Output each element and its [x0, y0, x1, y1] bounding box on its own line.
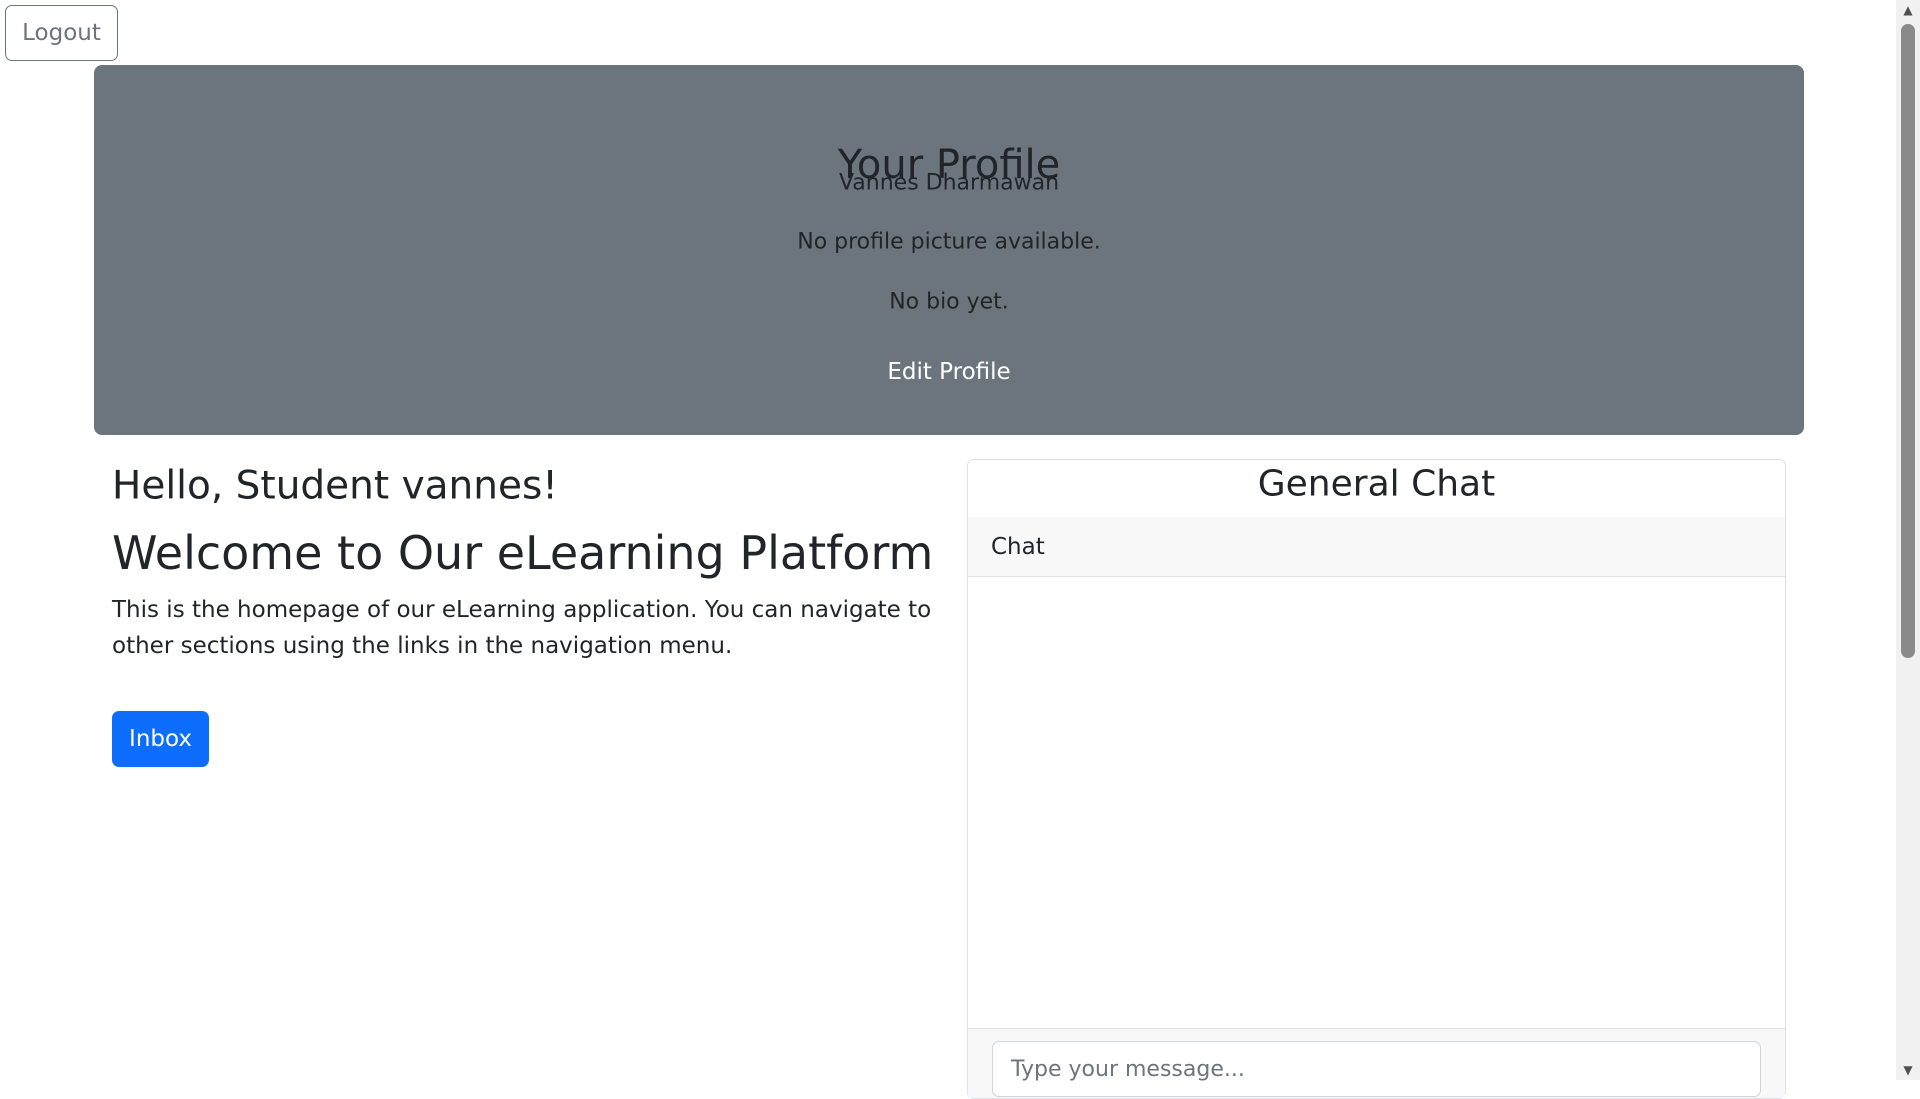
chat-header-label: Chat — [991, 533, 1045, 560]
chat-footer — [968, 1028, 1785, 1098]
page-scrollbar[interactable]: ▲ ▼ — [1896, 0, 1920, 1080]
general-chat-panel: General Chat Chat — [967, 459, 1786, 1099]
inbox-button[interactable]: Inbox — [112, 711, 209, 767]
profile-name: Vannes Dharmawan — [838, 170, 1060, 196]
greeting-heading: Hello, Student vannes! — [112, 463, 558, 509]
scroll-up-icon[interactable]: ▲ — [1896, 0, 1920, 20]
logout-button[interactable]: Logout — [5, 5, 118, 61]
welcome-heading: Welcome to Our eLearning Platform — [112, 526, 934, 580]
edit-profile-link[interactable]: Edit Profile — [875, 353, 1022, 391]
chat-message-input[interactable] — [992, 1041, 1761, 1097]
intro-text: This is the homepage of our eLearning ap… — [112, 597, 932, 659]
chat-title: General Chat — [1257, 463, 1496, 505]
chat-messages-area[interactable] — [968, 577, 1785, 987]
scroll-thumb[interactable] — [1901, 24, 1915, 658]
profile-bio: No bio yet. — [889, 289, 1009, 315]
chat-header: Chat — [968, 517, 1785, 577]
profile-card: Your Profile Vannes Dharmawan No profile… — [94, 65, 1804, 435]
scroll-down-icon[interactable]: ▼ — [1896, 1060, 1920, 1080]
profile-picture-placeholder: No profile picture available. — [797, 229, 1101, 255]
